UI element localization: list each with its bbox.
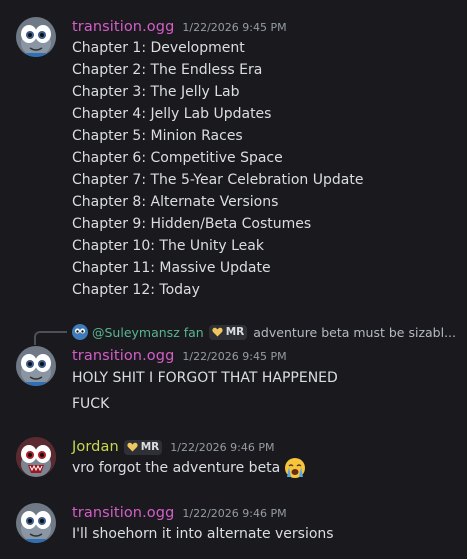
message-header: transition.ogg 1/22/2026 9:45 PM xyxy=(72,17,287,37)
chat-messages: transition.ogg 1/22/2026 9:45 PM Chapter… xyxy=(0,0,467,559)
message-line: FUCK xyxy=(72,396,110,412)
message-line: Chapter 10: The Unity Leak xyxy=(72,238,264,254)
message-line: Chapter 2: The Endless Era xyxy=(72,62,263,78)
message-line: Chapter 7: The 5-Year Celebration Update xyxy=(72,172,364,188)
avatar[interactable] xyxy=(16,503,56,543)
message-line: Chapter 11: Massive Update xyxy=(72,260,271,276)
message-line: Chapter 5: Minion Races xyxy=(72,128,243,144)
username[interactable]: Jordan xyxy=(72,439,119,455)
timestamp: 1/22/2026 9:46 PM xyxy=(182,506,287,520)
message-line: Chapter 1: Development xyxy=(72,40,245,56)
message-header: transition.ogg 1/22/2026 9:46 PM xyxy=(72,503,287,523)
role-label: MR xyxy=(225,326,245,338)
message-line: Chapter 9: Hidden/Beta Costumes xyxy=(72,216,312,232)
gray-creature-icon xyxy=(16,346,56,386)
role-label: MR xyxy=(140,441,160,453)
reply-avatar xyxy=(72,324,88,340)
message-line: Chapter 12: Today xyxy=(72,282,200,298)
reply-avatar-icon xyxy=(72,324,88,340)
message-line: HOLY SHIT I FORGOT THAT HAPPENED xyxy=(72,370,338,386)
message-line: vro forgot the adventure beta xyxy=(72,460,281,476)
avatar[interactable] xyxy=(16,437,56,477)
avatar[interactable] xyxy=(16,346,56,386)
loudly-crying-face-icon[interactable] xyxy=(284,457,306,479)
message-line: Chapter 3: The Jelly Lab xyxy=(72,84,240,100)
reply-author[interactable]: @Suleymansz fan xyxy=(92,325,204,340)
timestamp: 1/22/2026 9:45 PM xyxy=(182,349,287,363)
role-badge: MR xyxy=(208,324,248,340)
reply-spine xyxy=(34,331,67,345)
timestamp: 1/22/2026 9:46 PM xyxy=(170,440,275,454)
red-creature-icon xyxy=(16,437,56,477)
message-header: Jordan MR 1/22/2026 9:46 PM xyxy=(72,437,275,457)
gray-creature-icon xyxy=(16,17,56,57)
message-header: transition.ogg 1/22/2026 9:45 PM xyxy=(72,346,287,366)
role-badge: MR xyxy=(123,439,163,455)
username[interactable]: transition.ogg xyxy=(72,348,174,364)
message-line: I'll shoehorn it into alternate versions xyxy=(72,526,334,542)
timestamp: 1/22/2026 9:45 PM xyxy=(182,20,287,34)
message-line-container: vro forgot the adventure beta xyxy=(72,457,306,479)
message-line: Chapter 4: Jelly Lab Updates xyxy=(72,106,272,122)
reply-preview[interactable]: @Suleymansz fan MR adventure beta must b… xyxy=(72,322,456,342)
heart-icon xyxy=(212,327,223,337)
username[interactable]: transition.ogg xyxy=(72,19,174,35)
username[interactable]: transition.ogg xyxy=(72,505,174,521)
message-line: Chapter 8: Alternate Versions xyxy=(72,194,279,210)
heart-icon xyxy=(127,442,138,452)
message-line: Chapter 6: Competitive Space xyxy=(72,150,283,166)
gray-creature-icon xyxy=(16,503,56,543)
avatar[interactable] xyxy=(16,17,56,57)
reply-content[interactable]: adventure beta must be sizabl... xyxy=(253,325,456,340)
